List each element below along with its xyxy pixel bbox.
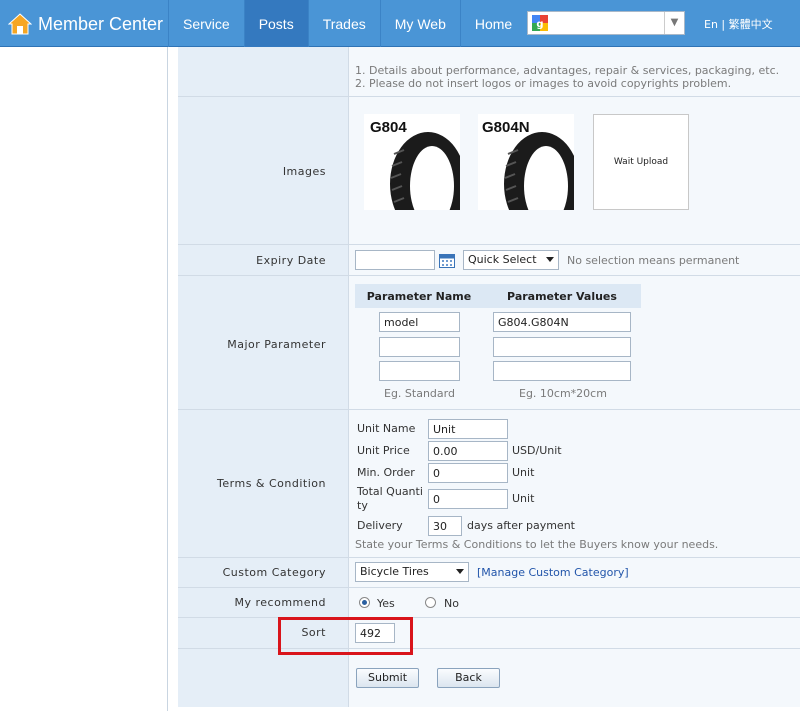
parameter-name-input[interactable] — [379, 337, 460, 357]
submit-button[interactable]: Submit — [356, 668, 419, 688]
expiry-date-input[interactable] — [355, 250, 435, 270]
google-icon: g — [532, 15, 548, 31]
expiry-row: Expiry Date Quick Select No selection me… — [178, 244, 800, 275]
total-quantity-unit: Unit — [512, 492, 535, 505]
parameter-name-example: Eg. Standard — [384, 387, 455, 400]
buttons-row: Submit Back — [178, 648, 800, 707]
nav-trades[interactable]: Trades — [307, 0, 380, 47]
min-order-input[interactable] — [428, 463, 508, 483]
images-row: Images G804 ↑ ↗ × G804N — [178, 96, 800, 282]
unit-name-label: Unit Name — [357, 422, 416, 435]
manage-custom-category-link[interactable]: [Manage Custom Category] — [477, 566, 629, 579]
unit-price-input[interactable] — [428, 441, 508, 461]
quick-select-dropdown[interactable]: Quick Select — [463, 250, 559, 270]
recommend-row: My recommend Yes No — [178, 587, 800, 617]
recommend-no-label: No — [444, 597, 459, 610]
nav-home[interactable]: Home — [459, 0, 526, 47]
major-parameter-label: Major Parameter — [227, 338, 326, 351]
delivery-suffix: days after payment — [467, 519, 575, 532]
tire-image-g804n[interactable]: G804N — [478, 114, 580, 236]
recommend-label: My recommend — [234, 596, 326, 609]
parameter-values-header: Parameter Values — [483, 284, 641, 308]
back-button[interactable]: Back — [437, 668, 500, 688]
expiry-hint: No selection means permanent — [567, 254, 740, 267]
main-nav: Service Posts Trades My Web Home — [168, 0, 526, 47]
min-order-unit: Unit — [512, 466, 535, 479]
wait-upload-label: Wait Upload — [613, 157, 669, 167]
calendar-icon[interactable] — [439, 253, 455, 268]
total-quantity-label-line2: ty — [357, 499, 368, 512]
delivery-days-input[interactable] — [428, 516, 462, 536]
parameter-value-input[interactable] — [493, 312, 631, 332]
terms-hint: State your Terms & Conditions to let the… — [355, 538, 719, 551]
chevron-down-icon — [546, 257, 554, 262]
nav-service[interactable]: Service — [168, 0, 244, 47]
recommend-yes-label: Yes — [377, 597, 395, 610]
sidebar — [0, 47, 168, 711]
total-quantity-label-line1: Total Quanti — [357, 485, 423, 498]
post-form: 1. Details about performance, advantages… — [178, 47, 800, 707]
tire-caption: G804N — [482, 119, 530, 136]
hint-no-logos: 2. Please do not insert logos or images … — [355, 77, 732, 90]
svg-text:g: g — [536, 19, 543, 30]
tire-caption: G804 — [370, 119, 407, 136]
image-placeholder[interactable]: Wait Upload — [593, 114, 689, 210]
min-order-label: Min. Order — [357, 466, 415, 479]
tire-image: G804 — [370, 119, 466, 236]
google-search-box[interactable]: g ▼ — [527, 11, 685, 35]
unit-price-label: Unit Price — [357, 444, 410, 457]
top-navigation-bar: Member Center Service Posts Trades My We… — [0, 0, 800, 47]
description-row: 1. Details about performance, advantages… — [178, 47, 800, 96]
brand[interactable]: Member Center — [8, 9, 163, 39]
tire-image: G804N — [482, 119, 580, 236]
custom-category-row: Custom Category Bicycle Tires [Manage Cu… — [178, 557, 800, 587]
parameter-value-input[interactable] — [493, 361, 631, 381]
language-switch[interactable]: En | 繁體中文 — [704, 16, 773, 32]
sort-highlight-box — [278, 617, 413, 655]
nav-posts[interactable]: Posts — [243, 0, 308, 47]
unit-name-input[interactable] — [428, 419, 508, 439]
chevron-down-icon — [456, 569, 464, 574]
custom-category-dropdown[interactable]: Bicycle Tires — [355, 562, 469, 582]
parameter-value-example: Eg. 10cm*20cm — [519, 387, 607, 400]
parameter-name-input[interactable] — [379, 361, 460, 381]
quick-select-value: Quick Select — [468, 253, 537, 266]
home-icon — [8, 13, 32, 35]
hint-details: 1. Details about performance, advantages… — [355, 64, 780, 77]
delivery-label: Delivery — [357, 519, 403, 532]
images-label: Images — [282, 165, 326, 178]
parameter-value-input[interactable] — [493, 337, 631, 357]
tire-image-g804[interactable]: G804 — [364, 114, 466, 236]
nav-my-web[interactable]: My Web — [379, 0, 460, 47]
total-quantity-input[interactable] — [428, 489, 508, 509]
custom-category-label: Custom Category — [222, 566, 326, 579]
parameter-name-input[interactable] — [379, 312, 460, 332]
terms-label: Terms & Condition — [217, 477, 326, 490]
chevron-down-icon[interactable]: ▼ — [664, 12, 684, 34]
currency-label: USD/Unit — [512, 444, 562, 457]
sort-row: Sort — [178, 617, 800, 648]
parameter-name-header: Parameter Name — [355, 284, 483, 308]
brand-title: Member Center — [38, 13, 164, 34]
expiry-label: Expiry Date — [256, 254, 326, 267]
recommend-yes-radio[interactable] — [359, 597, 370, 608]
recommend-no-radio[interactable] — [425, 597, 436, 608]
custom-category-value: Bicycle Tires — [360, 565, 429, 578]
